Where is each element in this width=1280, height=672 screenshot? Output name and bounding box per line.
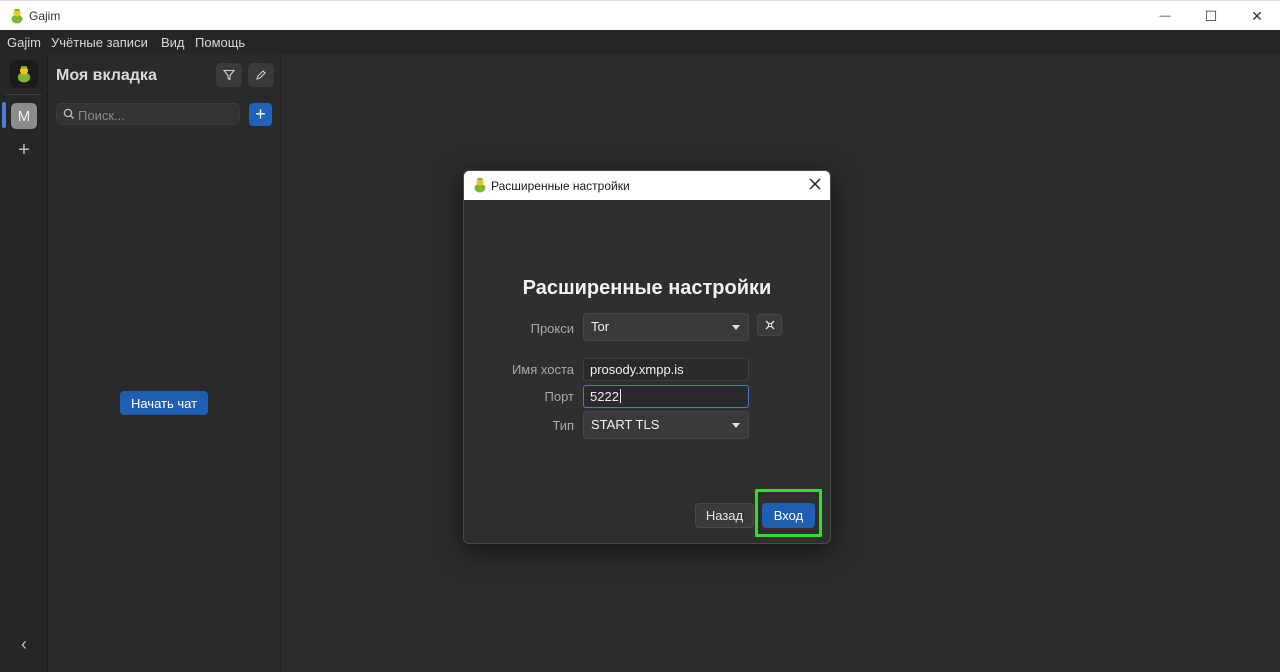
new-chat-button[interactable]: + — [249, 103, 272, 126]
close-icon: ✕ — [1251, 7, 1263, 24]
maximize-icon: ☐ — [1204, 7, 1218, 24]
type-select[interactable]: START TLS — [583, 411, 749, 439]
account-avatar[interactable]: M — [11, 103, 37, 129]
hostname-field[interactable]: prosody.xmpp.is — [583, 358, 749, 381]
minimize-button[interactable]: — — [1142, 1, 1188, 31]
login-button[interactable]: Вход — [762, 503, 815, 528]
hostname-value: prosody.xmpp.is — [590, 362, 684, 377]
menu-accounts[interactable]: Учётные записи — [51, 35, 148, 50]
active-indicator — [2, 102, 6, 128]
chevron-down-icon — [732, 423, 740, 428]
maximize-button[interactable]: ☐ — [1188, 1, 1234, 31]
search-icon — [63, 108, 74, 119]
proxy-label: Прокси — [530, 321, 574, 336]
menubar: Gajim Учётные записи Вид Помощь — [0, 30, 1280, 54]
proxy-select[interactable]: Tor — [583, 313, 749, 341]
workspace-title: Моя вкладка — [56, 67, 157, 84]
chevron-down-icon — [732, 325, 740, 330]
collapse-sidebar-button[interactable]: ‹ — [14, 634, 34, 654]
type-select-value: START TLS — [591, 417, 660, 432]
pencil-icon — [256, 70, 266, 80]
port-value: 5222 — [590, 389, 619, 404]
wrench-icon — [765, 320, 774, 330]
start-chat-button[interactable]: Начать чат — [120, 391, 208, 415]
search-input[interactable]: Поиск... — [56, 103, 240, 125]
dialog-titlebar: Расширенные настройки — [464, 171, 830, 200]
dialog-close-button[interactable] — [806, 176, 824, 194]
dialog-window-title: Расширенные настройки — [491, 179, 630, 193]
menu-gajim[interactable]: Gajim — [7, 35, 41, 50]
close-window-button[interactable]: ✕ — [1234, 1, 1280, 31]
edit-workspace-button[interactable] — [248, 63, 274, 87]
workspace-logo[interactable] — [10, 60, 38, 88]
gajim-logo-icon — [474, 178, 486, 193]
back-button[interactable]: Назад — [695, 503, 754, 528]
advanced-settings-dialog: Расширенные настройки Расширенные настро… — [463, 170, 831, 544]
minimize-icon: — — [1159, 10, 1171, 22]
port-field[interactable]: 5222 — [583, 385, 749, 408]
hostname-label: Имя хоста — [511, 362, 574, 377]
search-placeholder: Поиск... — [78, 108, 125, 123]
window-titlebar: Gajim — ☐ ✕ — [0, 0, 1280, 30]
add-workspace-button[interactable]: + — [12, 138, 36, 162]
filter-button[interactable] — [216, 63, 242, 87]
proxy-select-value: Tor — [591, 319, 610, 334]
chat-list-sidebar: Моя вкладка Поиск... + Начать чат — [48, 54, 281, 672]
close-icon — [809, 178, 821, 190]
proxy-settings-button[interactable] — [757, 314, 782, 336]
filter-icon — [223, 69, 235, 81]
rail-divider — [6, 94, 42, 95]
gajim-logo-icon — [11, 9, 23, 24]
port-label: Порт — [544, 389, 574, 404]
gajim-logo-icon — [17, 66, 31, 83]
dialog-heading: Расширенные настройки — [522, 277, 772, 299]
menu-view[interactable]: Вид — [161, 35, 185, 50]
text-cursor — [619, 389, 621, 403]
window-title: Gajim — [29, 9, 61, 23]
menu-help[interactable]: Помощь — [195, 35, 245, 50]
workspace-rail: M + ‹ — [0, 54, 48, 672]
type-label: Тип — [552, 418, 574, 433]
